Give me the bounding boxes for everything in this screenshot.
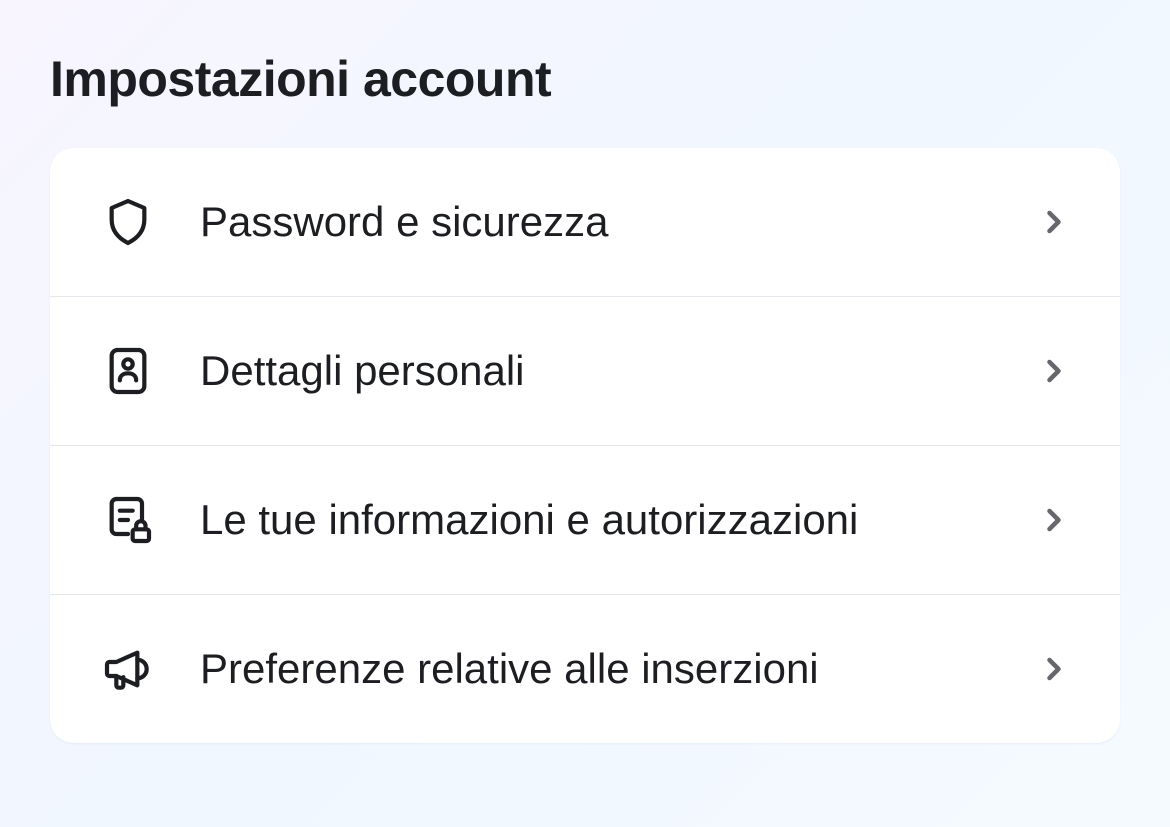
megaphone-icon — [98, 639, 158, 699]
settings-item-label: Password e sicurezza — [200, 195, 1036, 250]
settings-item-ad-preferences[interactable]: Preferenze relative alle inserzioni — [50, 595, 1120, 743]
settings-item-label: Le tue informazioni e autorizzazioni — [200, 493, 1036, 548]
document-lock-icon — [98, 490, 158, 550]
settings-card: Password e sicurezza Dettagli personali — [50, 148, 1120, 743]
page-title: Impostazioni account — [50, 50, 1120, 108]
chevron-right-icon — [1036, 353, 1072, 389]
chevron-right-icon — [1036, 651, 1072, 687]
settings-item-label: Preferenze relative alle inserzioni — [200, 642, 1036, 697]
shield-icon — [98, 192, 158, 252]
settings-item-label: Dettagli personali — [200, 344, 1036, 399]
chevron-right-icon — [1036, 502, 1072, 538]
settings-item-info-permissions[interactable]: Le tue informazioni e autorizzazioni — [50, 446, 1120, 595]
settings-item-personal-details[interactable]: Dettagli personali — [50, 297, 1120, 446]
chevron-right-icon — [1036, 204, 1072, 240]
id-card-icon — [98, 341, 158, 401]
settings-item-password-security[interactable]: Password e sicurezza — [50, 148, 1120, 297]
